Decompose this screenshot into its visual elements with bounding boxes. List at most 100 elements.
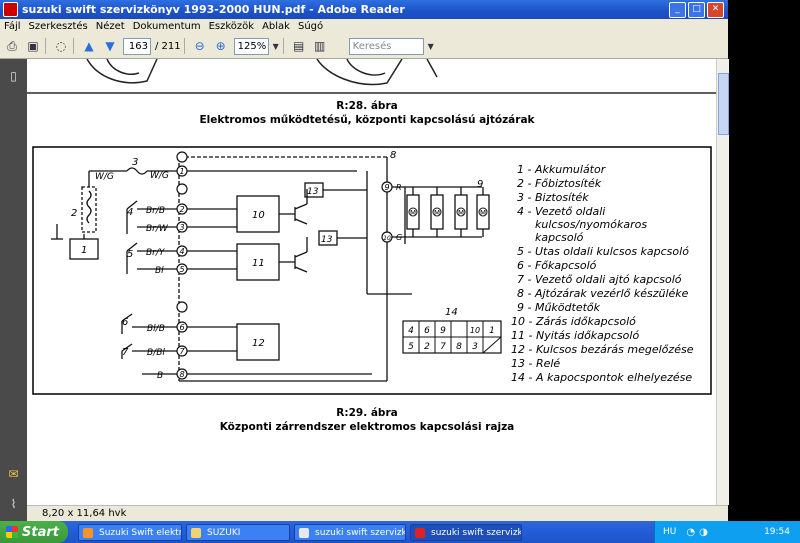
attachments-icon[interactable]: ⌇: [6, 497, 21, 512]
terminal-numbers: 1 2 3 4 5 6 7 8 9 10: [179, 167, 391, 379]
adobe-reader-icon: [415, 527, 425, 538]
legend-item: 7 - Vezető oldali ajtó kapcsoló: [517, 273, 682, 286]
toolbar: ⎙ ▣ ◌ ▲ ▼ 163 / 211 ⊖ ⊕ 125% ▼ ▤ ▥ Keres…: [0, 34, 728, 59]
motor-label: M: [458, 209, 464, 217]
terminal-2: 2: [179, 205, 184, 214]
connector-pin: 4: [408, 326, 414, 336]
taskbar-item-label: suzuki swift szervizkö...: [431, 527, 522, 538]
terminal-5: 5: [179, 265, 184, 274]
vertical-scrollbar[interactable]: [716, 59, 729, 505]
legend-item: kapcsoló: [535, 231, 584, 244]
legend-item: 12 - Kulcsos bezárás megelőzése: [511, 343, 694, 356]
component-9-label: 9: [477, 179, 483, 190]
connector-pin: 5: [408, 342, 414, 352]
connector-pin: 10: [470, 326, 480, 335]
fit-width-icon[interactable]: ▥: [311, 38, 329, 55]
component-14-label: 14: [445, 307, 458, 318]
language-indicator[interactable]: HU: [663, 527, 676, 537]
clock: 19:54: [764, 527, 790, 537]
scrollbar-thumb[interactable]: [718, 73, 729, 135]
taskbar-item-browser[interactable]: Suzuki Swift elektrom...: [78, 523, 182, 541]
wire-label-b: B: [157, 371, 163, 381]
motor-label: M: [434, 209, 440, 217]
comments-icon[interactable]: ✉: [6, 467, 21, 482]
pages-icon[interactable]: ▯: [6, 69, 21, 84]
page-number-input[interactable]: 163: [123, 37, 151, 55]
component-10-label: 10: [252, 210, 265, 221]
taskbar: Start Suzuki Swift elektrom... SUZUKI su…: [0, 521, 800, 543]
taskbar-item-label: suzuki swift szervizkö...: [315, 527, 406, 538]
wire-label-r: R: [396, 183, 402, 192]
figure-title-29: Központi zárrendszer elektromos kapcsolá…: [220, 421, 515, 433]
connector-pin: 8: [456, 342, 462, 352]
menu-help[interactable]: Súgó: [294, 21, 327, 32]
next-page-icon[interactable]: ▼: [101, 38, 119, 55]
motor-label: M: [410, 209, 416, 217]
toolbar-separator: [45, 38, 46, 54]
menu-view[interactable]: Nézet: [92, 21, 129, 32]
component-5-label: 5: [127, 249, 133, 260]
desktop-background: [728, 0, 800, 521]
fit-page-icon[interactable]: ▤: [290, 38, 308, 55]
navigation-panel: ▯ ✉ ⌇: [0, 59, 27, 521]
legend-item: kulcsos/nyomókaros: [535, 218, 647, 231]
search-input[interactable]: Keresés: [348, 37, 424, 55]
share-icon[interactable]: ◌: [52, 38, 70, 55]
taskbar-item-reader[interactable]: suzuki swift szervizkö...: [410, 523, 522, 541]
legend-item: 2 - Főbiztosíték: [517, 177, 602, 190]
legend-item: 5 - Utas oldali kulcsos kapcsoló: [517, 245, 689, 258]
wire-labels: W/G W/G Br/B Br/W Br/Y Bl Bl/B B/Bl B R …: [95, 171, 402, 381]
taskbar-item-document[interactable]: suzuki swift szervizkö...: [294, 523, 406, 541]
status-bar: 8,20 x 11,64 hvk: [27, 505, 728, 522]
wire-label-bl-b: Bl/B: [147, 324, 165, 334]
connector-pin: 9: [440, 326, 446, 336]
terminal-10: 10: [383, 235, 391, 242]
volume-icon[interactable]: ◑: [699, 527, 708, 538]
toolbar-separator: [282, 38, 284, 54]
component-6-label: 6: [122, 317, 128, 328]
terminal-1: 1: [179, 167, 184, 176]
terminals: [176, 151, 393, 380]
start-button[interactable]: Start: [0, 521, 68, 543]
print-icon[interactable]: ⎙: [3, 38, 21, 55]
wire-label-bl: Bl: [155, 266, 164, 276]
component-11-label: 11: [252, 258, 265, 269]
start-label: Start: [22, 524, 59, 540]
zoom-in-icon[interactable]: ⊕: [212, 38, 230, 55]
create-pdf-icon[interactable]: ▣: [24, 38, 42, 55]
menu-file[interactable]: Fájl: [0, 21, 25, 32]
page-size-text: 8,20 x 11,64 hvk: [42, 508, 127, 519]
maximize-button[interactable]: □: [688, 2, 705, 18]
legend-item: 14 - A kapocspontok elhelyezése: [511, 371, 692, 384]
legend-item: 1 - Akkumulátor: [517, 163, 607, 176]
document-icon: [299, 527, 309, 538]
document-page: R:28. ábra Elektromos működtetésű, közpo…: [27, 59, 716, 433]
menu-edit[interactable]: Szerkesztés: [25, 21, 92, 32]
taskbar-item-folder[interactable]: SUZUKI: [186, 523, 290, 541]
zoom-out-icon[interactable]: ⊖: [191, 38, 209, 55]
legend: 1 - Akkumulátor 2 - Főbiztosíték 3 - Biz…: [511, 163, 694, 384]
taskbar-item-label: Suzuki Swift elektrom...: [99, 527, 182, 538]
terminal-8: 8: [179, 370, 184, 379]
component-1-label: 1: [81, 245, 87, 256]
legend-item: 4 - Vezető oldali: [517, 205, 605, 218]
menu-tools[interactable]: Eszközök: [205, 21, 259, 32]
system-tray: HU ◔ ◑ 19:54: [654, 521, 800, 543]
terminal-6: 6: [179, 323, 184, 332]
chevron-down-icon[interactable]: ▼: [427, 38, 435, 55]
menu-window[interactable]: Ablak: [258, 21, 294, 32]
folder-icon: [191, 527, 201, 538]
menu-document[interactable]: Dokumentum: [129, 21, 205, 32]
network-icon[interactable]: ◔: [686, 527, 695, 538]
legend-item: 10 - Zárás időkapcsoló: [511, 315, 636, 328]
component-13b-label: 13: [321, 235, 333, 245]
actuator-motors: M M M M: [408, 207, 488, 217]
document-view: R:28. ábra Elektromos működtetésű, közpo…: [27, 59, 716, 505]
chevron-down-icon[interactable]: ▼: [272, 38, 280, 55]
previous-page-icon[interactable]: ▲: [80, 38, 98, 55]
minimize-button[interactable]: _: [669, 2, 686, 18]
close-button[interactable]: ✕: [707, 2, 724, 18]
zoom-level-input[interactable]: 125%: [233, 37, 269, 55]
terminal-3: 3: [179, 223, 184, 232]
terminal-9: 9: [384, 183, 389, 192]
